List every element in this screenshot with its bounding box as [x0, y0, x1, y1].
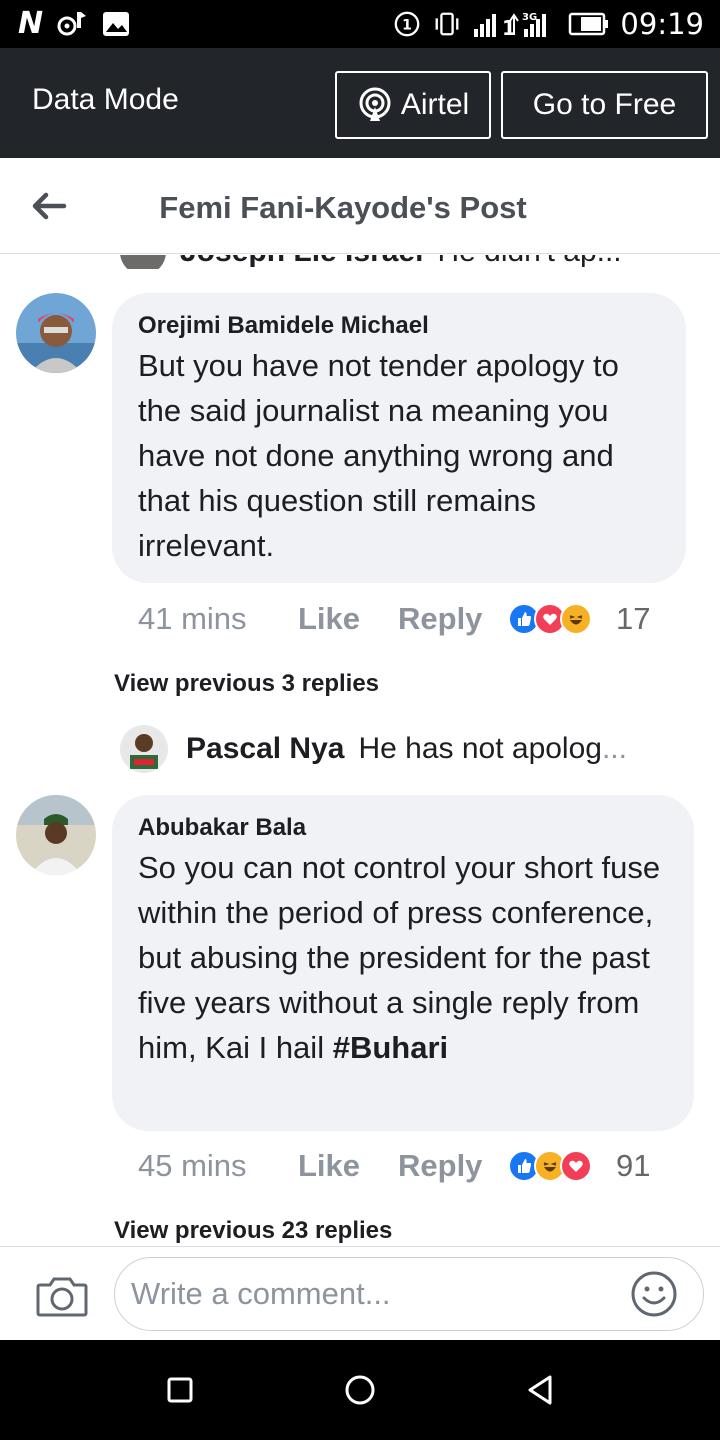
reply-snippet: He has not apolog...: [358, 732, 627, 766]
comment-time[interactable]: 41 mins: [138, 601, 298, 637]
comment-input[interactable]: [114, 1257, 704, 1331]
avatar[interactable]: [120, 725, 168, 773]
data-mode-label: Data Mode: [32, 83, 179, 116]
broadcast-icon: [359, 87, 391, 121]
network-type-label: 3G: [522, 12, 537, 23]
like-button[interactable]: Like: [298, 1148, 398, 1184]
hashtag-link[interactable]: #Buhari: [333, 1030, 448, 1065]
data-mode-bar: Data Mode Airtel Go to Free: [0, 48, 720, 158]
n-logo: N: [18, 6, 44, 41]
vibrate-icon: [435, 12, 459, 36]
reaction-count[interactable]: 91: [616, 1148, 650, 1184]
page-title: Femi Fani-Kayode's Post: [159, 190, 527, 225]
love-reaction-icon: [560, 1150, 592, 1182]
status-right-icons: 1 1 3G 09:19: [392, 6, 704, 42]
comment-author[interactable]: Orejimi Bamidele Michael: [138, 311, 660, 341]
reply-ellipsis: ...: [601, 732, 627, 765]
comment-bubble[interactable]: Orejimi Bamidele Michael But you have no…: [112, 293, 686, 583]
comment-text: But you have not tender apology to the s…: [138, 348, 619, 563]
view-previous-replies-link[interactable]: View previous 23 replies: [114, 1216, 392, 1246]
cut-off-reply-preview[interactable]: Joseph Lie Israel He didn't ap...: [120, 255, 680, 269]
comment-author[interactable]: Abubakar Bala: [138, 813, 668, 843]
reply-author[interactable]: Pascal Nya: [186, 732, 344, 766]
music-notification-icon: [57, 12, 87, 36]
comment-bubble[interactable]: Abubakar Bala So you can not control you…: [112, 795, 694, 1131]
hotspot-icon: 1: [395, 11, 420, 37]
comment-actions: 41 mins Like Reply 17: [138, 601, 650, 637]
comment-time[interactable]: 45 mins: [138, 1148, 298, 1184]
comment-actions: 45 mins Like Reply 91: [138, 1148, 650, 1184]
system-nav-bar: [0, 1340, 720, 1440]
avatar[interactable]: [120, 255, 166, 269]
svg-text:1: 1: [403, 18, 413, 34]
comment-text: So you can not control your short fuse w…: [138, 845, 668, 1070]
carrier-label: Airtel: [400, 88, 470, 121]
view-previous-replies-link[interactable]: View previous 3 replies: [114, 669, 379, 699]
haha-reaction-icon: [560, 603, 592, 635]
camera-icon[interactable]: [36, 1273, 88, 1317]
back-triangle-icon[interactable]: [518, 1368, 562, 1412]
like-button[interactable]: Like: [298, 601, 398, 637]
status-bar: N 1 1 3G 09:19: [0, 0, 720, 48]
emoji-icon[interactable]: [630, 1270, 678, 1318]
reaction-count[interactable]: 17: [616, 601, 650, 637]
reply-button[interactable]: Reply: [398, 1148, 508, 1184]
reply-snippet-text: He has not apolog: [358, 732, 602, 765]
comments-list[interactable]: Joseph Lie Israel He didn't ap... Orejim…: [0, 255, 720, 1246]
post-header: Femi Fani-Kayode's Post: [0, 158, 720, 254]
image-icon: [103, 12, 130, 36]
home-circle-icon[interactable]: [338, 1368, 382, 1412]
reactions-summary[interactable]: [508, 603, 616, 635]
reply-preview[interactable]: Pascal Nya He has not apolog...: [120, 725, 680, 773]
clock: 09:19: [620, 7, 704, 41]
go-to-free-button[interactable]: Go to Free: [501, 71, 708, 139]
reply-author[interactable]: Joseph Lie Israel: [180, 255, 423, 269]
carrier-button[interactable]: Airtel: [335, 71, 491, 139]
reply-snippet: He didn't ap...: [437, 255, 621, 269]
reply-button[interactable]: Reply: [398, 601, 508, 637]
signal-icon: 1 3G: [474, 12, 547, 39]
avatar[interactable]: [16, 293, 96, 373]
status-left-icons: N: [18, 8, 131, 40]
reactions-summary[interactable]: [508, 1150, 616, 1182]
avatar[interactable]: [16, 795, 96, 875]
recents-square-icon[interactable]: [158, 1368, 202, 1412]
comment-composer: [0, 1246, 720, 1340]
battery-icon: [569, 12, 609, 36]
